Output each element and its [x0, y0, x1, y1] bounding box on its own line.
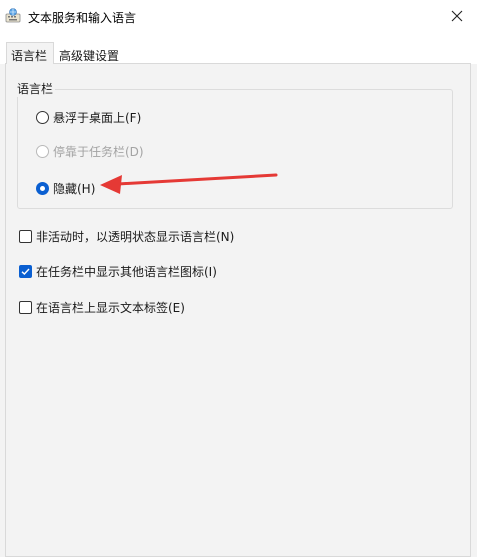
radio-docked-in-taskbar: 停靠于任务栏(D) — [36, 143, 144, 160]
tab-language-bar[interactable]: 语言栏 — [6, 42, 54, 64]
title-bar: 文本服务和输入语言 — [0, 0, 477, 34]
radio-button[interactable] — [36, 182, 49, 195]
checkbox-show-extra-icons-in-taskbar[interactable]: 在任务栏中显示其他语言栏图标(I) — [19, 263, 217, 280]
radio-label: 隐藏(H) — [53, 182, 96, 196]
tab-strip: 语言栏 高级键设置 — [0, 34, 477, 64]
radio-label: 停靠于任务栏(D) — [53, 145, 144, 159]
radio-float-on-desktop[interactable]: 悬浮于桌面上(F) — [36, 109, 141, 126]
close-icon — [451, 10, 463, 25]
checkbox-show-text-labels[interactable]: 在语言栏上显示文本标签(E) — [19, 299, 185, 316]
close-button[interactable] — [437, 0, 477, 34]
checkbox[interactable] — [19, 301, 32, 314]
tab-advanced-key-settings[interactable]: 高级键设置 — [55, 44, 127, 64]
checkbox[interactable] — [19, 265, 32, 278]
checkbox-label: 非活动时，以透明状态显示语言栏(N) — [36, 230, 235, 244]
radio-button — [36, 145, 49, 158]
groupbox-legend: 语言栏 — [15, 80, 56, 97]
window-title: 文本服务和输入语言 — [28, 11, 137, 25]
checkbox-label: 在任务栏中显示其他语言栏图标(I) — [36, 265, 217, 279]
radio-hidden[interactable]: 隐藏(H) — [36, 180, 95, 197]
checkmark-icon — [21, 268, 30, 275]
radio-label: 悬浮于桌面上(F) — [53, 111, 142, 125]
tab-panel: 语言栏 悬浮于桌面上(F) 停靠于任务栏(D) 隐藏(H) 非活动时，以透明状态… — [5, 63, 471, 557]
checkbox[interactable] — [19, 230, 32, 243]
checkbox-transparent-when-inactive[interactable]: 非活动时，以透明状态显示语言栏(N) — [19, 228, 234, 245]
keyboard-globe-icon — [5, 8, 21, 24]
dialog-window: 文本服务和输入语言 语言栏 高级键设置 语言栏 悬浮于桌面上(F) 停靠于任务栏… — [0, 0, 477, 557]
checkbox-label: 在语言栏上显示文本标签(E) — [36, 301, 185, 315]
radio-button[interactable] — [36, 111, 49, 124]
